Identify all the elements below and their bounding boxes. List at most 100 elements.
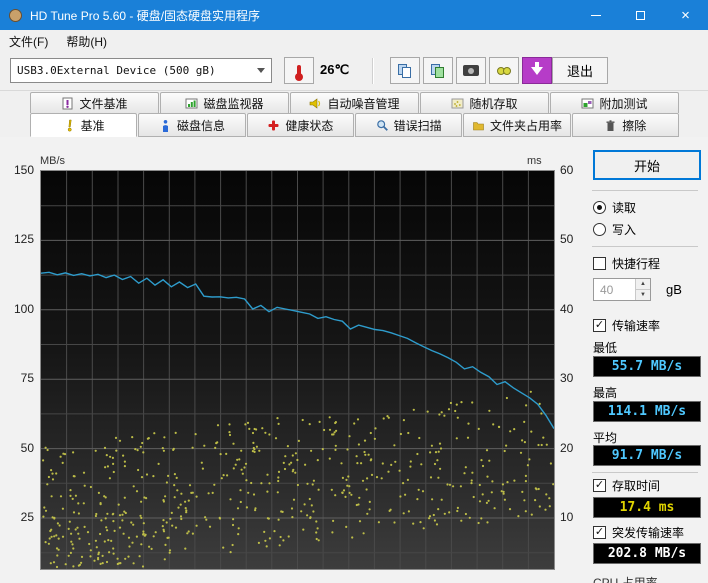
- minimize-button[interactable]: [573, 0, 618, 30]
- checkbox-checked-icon: ✓: [593, 319, 606, 332]
- right-axis-tick-label: 20: [560, 441, 573, 455]
- right-axis-tick-label: 40: [560, 302, 573, 316]
- short-stroke-label: 快捷行程: [612, 255, 660, 272]
- health-icon: [267, 119, 280, 132]
- start-button[interactable]: 开始: [593, 150, 701, 180]
- tab-folder-usage[interactable]: 文件夹占用率: [463, 113, 570, 137]
- copy-text-button[interactable]: [390, 57, 420, 84]
- toolbar: USB3.0External Device (500 gB) 26℃ 退出: [0, 52, 708, 91]
- tab-label: 文件夹占用率: [490, 117, 562, 134]
- folder-usage-icon: [472, 119, 485, 132]
- maximum-label: 最高: [593, 384, 617, 401]
- tab-row-secondary: 文件基准 磁盘监视器自动噪音管理 随机存取 附加测试: [30, 92, 680, 113]
- benchmark-chart-svg: [41, 171, 554, 569]
- toolbar-separator: [372, 58, 374, 84]
- copy-image-icon: [431, 64, 445, 78]
- save-download-icon: [531, 67, 543, 75]
- tab-benchmark[interactable]: 基准: [30, 113, 137, 137]
- minimum-label: 最低: [593, 339, 617, 356]
- tab-label: 随机存取: [469, 95, 517, 112]
- app-logo-icon: [9, 9, 22, 22]
- menu-file[interactable]: 文件(F): [0, 31, 57, 52]
- thermometer-icon: [297, 65, 301, 77]
- erase-icon: [604, 119, 617, 132]
- left-axis-tick-label: 100: [4, 302, 34, 316]
- screenshot-camera-icon: [463, 65, 479, 76]
- hd-tune-window: HD Tune Pro 5.60 - 硬盘/固态硬盘实用程序 × 文件(F) 帮…: [0, 0, 708, 583]
- close-button[interactable]: ×: [663, 0, 708, 30]
- left-axis-tick-label: 25: [4, 510, 34, 524]
- copy-image-button[interactable]: [423, 57, 453, 84]
- short-stroke-unit-label: gB: [666, 282, 682, 297]
- stepper-down-button[interactable]: ▼: [636, 289, 650, 300]
- left-axis-tick-label: 50: [4, 441, 34, 455]
- panel-separator: [592, 246, 698, 247]
- checkbox-checked-icon: ✓: [593, 479, 606, 492]
- burst-rate-checkbox[interactable]: ✓ 突发传输速率: [593, 525, 684, 540]
- maximum-value-display: 114.1 MB/s: [593, 401, 701, 422]
- access-time-checkbox[interactable]: ✓ 存取时间: [593, 478, 660, 493]
- tab-label: 文件基准: [79, 95, 127, 112]
- temperature-button[interactable]: [284, 57, 314, 84]
- benchmark-plot: [40, 170, 555, 570]
- benchmark-icon: [63, 119, 76, 132]
- tab-disk-monitor[interactable]: 磁盘监视器: [160, 92, 289, 113]
- tab-label: 基准: [81, 117, 105, 134]
- tab-error-scan[interactable]: 错误扫描: [355, 113, 462, 137]
- main-area: MB/s ms 150125100755025605040302010 开始 读…: [0, 137, 708, 583]
- tab-erase[interactable]: 擦除: [572, 113, 679, 137]
- disk-info-icon: [159, 119, 172, 132]
- checkbox-unchecked-icon: [593, 257, 606, 270]
- view-button[interactable]: [489, 57, 519, 84]
- minimum-value-display: 55.7 MB/s: [593, 356, 701, 377]
- screenshot-button[interactable]: [456, 57, 486, 84]
- left-axis-tick-label: 125: [4, 232, 34, 246]
- read-radio[interactable]: 读取: [593, 200, 636, 215]
- tab-file-benchmark[interactable]: 文件基准: [30, 92, 159, 113]
- device-select-value: USB3.0External Device (500 gB): [17, 64, 257, 77]
- right-axis-tick-label: 50: [560, 232, 573, 246]
- right-axis-unit-label: ms: [527, 155, 542, 167]
- short-stroke-checkbox[interactable]: 快捷行程: [593, 256, 660, 271]
- tab-label: 磁盘信息: [177, 117, 225, 134]
- burst-rate-value-display: 202.8 MB/s: [593, 543, 701, 564]
- disk-monitor-icon: [185, 97, 198, 110]
- error-scan-icon: [376, 119, 389, 132]
- minimize-icon: [591, 15, 601, 16]
- write-radio[interactable]: 写入: [593, 222, 636, 237]
- left-axis-tick-label: 75: [4, 371, 34, 385]
- control-panel: 开始 读取 写入 快捷行程 40 ▲ ▼ gB: [588, 137, 708, 583]
- tab-label: 附加测试: [599, 95, 647, 112]
- checkbox-checked-icon: ✓: [593, 526, 606, 539]
- device-select[interactable]: USB3.0External Device (500 gB): [10, 58, 272, 83]
- stepper-up-button[interactable]: ▲: [636, 279, 650, 289]
- exit-button[interactable]: 退出: [552, 57, 608, 84]
- menu-help[interactable]: 帮助(H): [57, 31, 116, 52]
- short-stroke-size-stepper[interactable]: 40 ▲ ▼: [593, 278, 651, 301]
- radio-read-icon: [593, 201, 606, 214]
- right-axis-tick-label: 30: [560, 371, 573, 385]
- access-time-label: 存取时间: [612, 477, 660, 494]
- random-access-icon: [451, 97, 464, 110]
- write-radio-label: 写入: [612, 221, 636, 238]
- maximize-icon: [636, 11, 645, 20]
- average-label: 平均: [593, 429, 617, 446]
- tab-label: 健康状态: [285, 117, 333, 134]
- tab-extra-tests[interactable]: 附加测试: [550, 92, 679, 113]
- short-stroke-size-value: 40: [594, 279, 635, 300]
- tab-disk-info[interactable]: 磁盘信息: [138, 113, 245, 137]
- tab-label: 错误扫描: [394, 117, 442, 134]
- cpu-usage-label-partial: CPU 占用率: [593, 574, 658, 583]
- burst-rate-label: 突发传输速率: [612, 524, 684, 541]
- maximize-button[interactable]: [618, 0, 663, 30]
- transfer-rate-checkbox[interactable]: ✓ 传输速率: [593, 318, 660, 333]
- window-title: HD Tune Pro 5.60 - 硬盘/固态硬盘实用程序: [30, 7, 573, 24]
- tab-aam[interactable]: 自动噪音管理: [290, 92, 419, 113]
- average-value-display: 91.7 MB/s: [593, 445, 701, 466]
- tab-health[interactable]: 健康状态: [247, 113, 354, 137]
- right-axis-tick-label: 60: [560, 163, 573, 177]
- titlebar: HD Tune Pro 5.60 - 硬盘/固态硬盘实用程序 ×: [0, 0, 708, 30]
- tab-random-access[interactable]: 随机存取: [420, 92, 549, 113]
- right-axis-tick-label: 10: [560, 510, 573, 524]
- save-results-button[interactable]: [522, 57, 552, 84]
